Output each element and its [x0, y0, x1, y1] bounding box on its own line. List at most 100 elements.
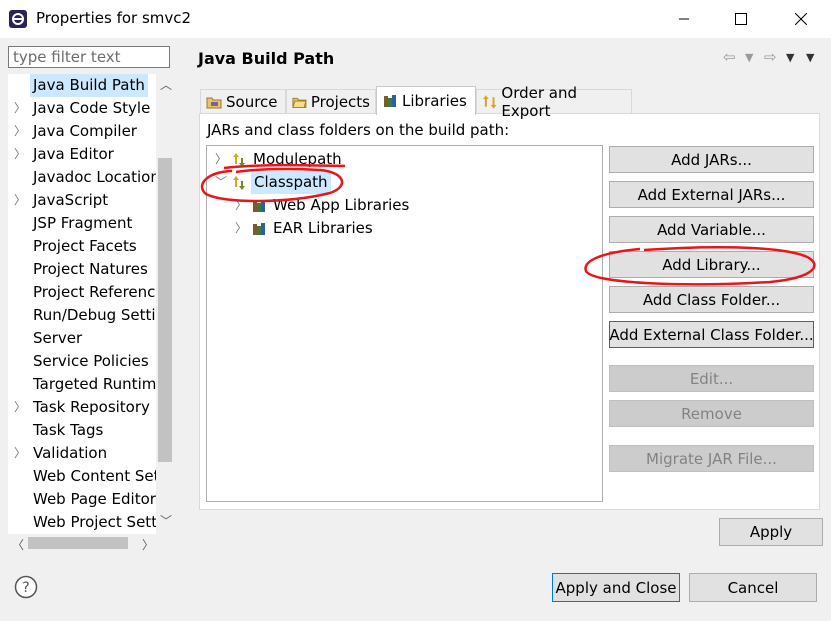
- window-title: Properties for smvc2: [36, 9, 192, 27]
- nav-item-java-editor[interactable]: 〉 Java Editor: [8, 143, 158, 166]
- classpath-icon: [233, 176, 245, 190]
- chevron-right-icon[interactable]: 〉: [14, 143, 26, 166]
- scroll-up-icon[interactable]: ︿: [160, 76, 172, 93]
- add-external-jars-button[interactable]: Add External JARs...: [609, 181, 814, 208]
- nav-item-label: Run/Debug Settings: [33, 306, 158, 324]
- nav-item-web-project-settings[interactable]: Web Project Settings: [8, 511, 158, 534]
- horizontal-scroll-thumb[interactable]: [28, 537, 128, 549]
- entry-label: Web App Libraries: [273, 196, 410, 214]
- nav-item-label: Project Facets: [33, 237, 137, 255]
- nav-item-project-facets[interactable]: Project Facets: [8, 235, 158, 258]
- nav-item-label: Java Code Style: [33, 99, 151, 117]
- tab-label: Projects: [310, 92, 370, 111]
- tab-source[interactable]: Source: [200, 89, 286, 113]
- chevron-right-icon[interactable]: 〉: [215, 148, 227, 171]
- scroll-right-icon[interactable]: 〉: [142, 536, 154, 553]
- nav-item-label: JavaScript: [33, 191, 109, 209]
- nav-item-project-natures[interactable]: Project Natures: [8, 258, 158, 281]
- nav-item-label: Task Tags: [33, 421, 104, 439]
- add-library-button[interactable]: Add Library...: [609, 251, 814, 278]
- add-jars-button[interactable]: Add JARs...: [609, 146, 814, 173]
- chevron-right-icon[interactable]: 〉: [14, 97, 26, 120]
- tab-projects[interactable]: Projects: [286, 89, 376, 113]
- back-arrow-icon[interactable]: ⇦: [723, 48, 736, 66]
- edit-button[interactable]: Edit...: [609, 365, 814, 392]
- entry-label: EAR Libraries: [273, 219, 373, 237]
- migrate-jar-file-button[interactable]: Migrate JAR File...: [609, 445, 814, 472]
- scroll-left-icon[interactable]: 〈: [12, 536, 24, 553]
- tab-order-and-export[interactable]: Order and Export: [476, 84, 632, 120]
- source-folder-icon: [206, 97, 222, 108]
- forward-arrow-icon[interactable]: ⇨: [764, 48, 777, 66]
- close-button[interactable]: [778, 0, 824, 38]
- entry-label: Classpath: [251, 171, 331, 194]
- tab-libraries[interactable]: Libraries: [376, 86, 476, 115]
- chevron-right-icon[interactable]: 〉: [235, 194, 247, 217]
- library-icon: [253, 223, 265, 235]
- minimize-icon: [679, 18, 689, 20]
- nav-item-project-references[interactable]: Project References: [8, 281, 158, 304]
- nav-item-server[interactable]: Server: [8, 327, 158, 350]
- nav-item-service-policies[interactable]: Service Policies: [8, 350, 158, 373]
- apply-and-close-button[interactable]: Apply and Close: [552, 573, 680, 602]
- nav-item-label: Javadoc Location: [33, 168, 158, 186]
- add-variable-button[interactable]: Add Variable...: [609, 216, 814, 243]
- build-path-tree[interactable]: 〉 Modulepath ﹀ Classpath 〉 Web App Libra…: [206, 145, 603, 502]
- nav-item-label: Web Page Editor: [33, 490, 156, 508]
- chevron-right-icon[interactable]: 〉: [235, 217, 247, 240]
- projects-icon: [292, 97, 307, 108]
- nav-item-label: Java Build Path: [30, 74, 148, 97]
- minimize-button[interactable]: [661, 0, 707, 38]
- chevron-right-icon[interactable]: 〉: [14, 396, 26, 419]
- apply-button[interactable]: Apply: [719, 518, 823, 546]
- chevron-right-icon[interactable]: 〉: [14, 442, 26, 465]
- nav-item-javascript[interactable]: 〉 JavaScript: [8, 189, 158, 212]
- nav-item-label: Service Policies: [33, 352, 149, 370]
- nav-item-task-tags[interactable]: Task Tags: [8, 419, 158, 442]
- nav-item-label: Web Project Settings: [33, 513, 158, 531]
- nav-item-validation[interactable]: 〉 Validation: [8, 442, 158, 465]
- nav-item-web-page-editor[interactable]: Web Page Editor: [8, 488, 158, 511]
- modulepath-icon: [233, 153, 245, 167]
- title-bar: Properties for smvc2: [0, 0, 831, 38]
- libraries-icon: [384, 95, 396, 107]
- nav-item-web-content-settings[interactable]: Web Content Settings: [8, 465, 158, 488]
- nav-item-targeted-runtimes[interactable]: Targeted Runtimes: [8, 373, 158, 396]
- filter-input[interactable]: [8, 46, 170, 68]
- maximize-icon: [735, 13, 747, 25]
- scroll-down-icon[interactable]: ﹀: [160, 512, 172, 529]
- nav-item-run-debug-settings[interactable]: Run/Debug Settings: [8, 304, 158, 327]
- nav-item-task-repository[interactable]: 〉 Task Repository: [8, 396, 158, 419]
- cancel-button[interactable]: Cancel: [689, 573, 817, 602]
- chevron-right-icon[interactable]: 〉: [14, 120, 26, 143]
- help-icon[interactable]: ?: [14, 575, 38, 599]
- page-title: Java Build Path: [198, 49, 335, 68]
- nav-item-javadoc-location[interactable]: Javadoc Location: [8, 166, 158, 189]
- nav-item-label: Validation: [33, 444, 108, 462]
- tab-label: Libraries: [402, 92, 467, 110]
- build-path-heading: JARs and class folders on the build path…: [207, 121, 510, 139]
- nav-item-label: Project References: [33, 283, 158, 301]
- nav-item-label: Task Repository: [33, 398, 150, 416]
- nav-item-jsp-fragment[interactable]: JSP Fragment: [8, 212, 158, 235]
- svg-text:?: ?: [22, 580, 29, 596]
- chevron-right-icon[interactable]: 〉: [14, 189, 26, 212]
- remove-button[interactable]: Remove: [609, 400, 814, 427]
- view-menu-icon[interactable]: ▼: [806, 51, 814, 64]
- nav-item-label: Targeted Runtimes: [33, 375, 158, 393]
- nav-item-java-compiler[interactable]: 〉 Java Compiler: [8, 120, 158, 143]
- nav-item-java-code-style[interactable]: 〉 Java Code Style: [8, 97, 158, 120]
- nav-tree: Java Build Path 〉 Java Code Style 〉 Java C…: [8, 74, 174, 552]
- nav-item-java-build-path[interactable]: Java Build Path: [8, 74, 158, 97]
- vertical-scroll-thumb[interactable]: [158, 158, 172, 462]
- maximize-button[interactable]: [718, 0, 764, 38]
- forward-menu-icon[interactable]: ▼: [786, 51, 794, 64]
- back-menu-icon[interactable]: ▼: [745, 51, 753, 64]
- nav-item-label: Java Compiler: [33, 122, 137, 140]
- add-class-folder-button[interactable]: Add Class Folder...: [609, 286, 814, 313]
- nav-item-label: Java Editor: [33, 145, 114, 163]
- add-external-class-folder-button[interactable]: Add External Class Folder...: [609, 321, 814, 348]
- chevron-down-icon[interactable]: ﹀: [215, 171, 227, 194]
- library-icon: [253, 200, 265, 212]
- nav-item-label: Web Content Settings: [33, 467, 158, 485]
